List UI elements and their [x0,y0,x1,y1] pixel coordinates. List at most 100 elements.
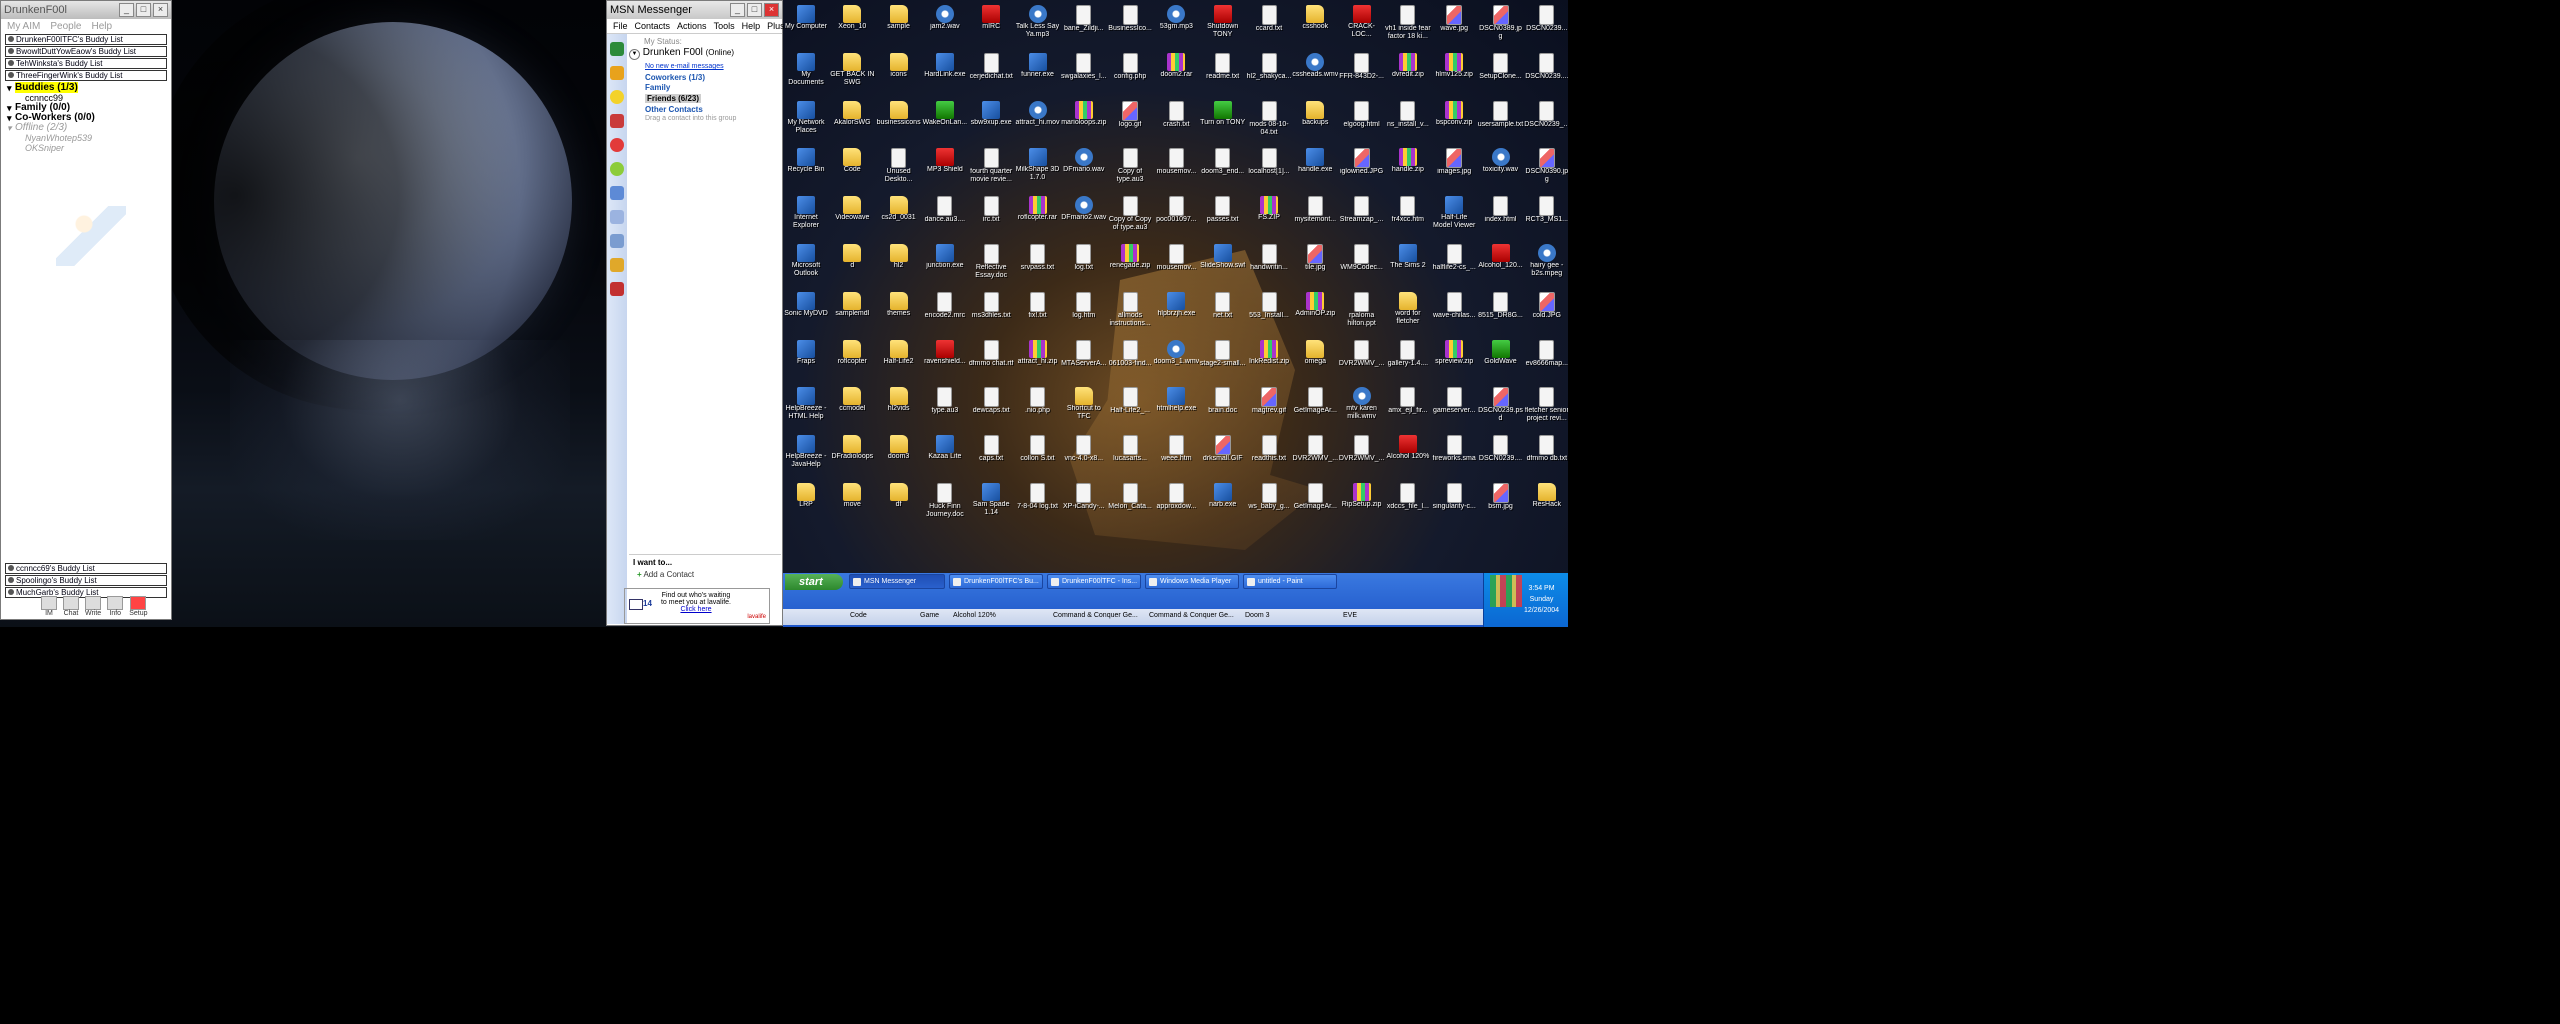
desktop-icon[interactable]: HardLink.exe [922,51,968,99]
desktop-icon[interactable]: The Sims 2 [1385,242,1431,290]
desktop-icon[interactable]: CRACK-LOC... [1339,3,1385,51]
menu-help[interactable]: Help [742,21,761,31]
desktop-icon[interactable]: AkalorSWG [829,99,875,147]
desktop-icon[interactable]: bspconv.zip [1431,99,1477,147]
desktop-icon[interactable]: ns_install_v... [1385,99,1431,147]
menu-people[interactable]: People [50,21,81,32]
task-paint[interactable]: untitled - Paint [1243,574,1337,589]
desktop-icon[interactable]: GoldWave [1478,338,1524,386]
desktop-icon[interactable]: MP3 Shield [922,146,968,194]
smiley-tab-icon[interactable] [610,90,624,104]
desktop-icon[interactable]: samplemdl [829,290,875,338]
desktop-icon[interactable]: hairy gee - b2s.mpeg [1524,242,1568,290]
desktop-icon[interactable]: magtrev.gif [1246,385,1292,433]
desktop-icon[interactable]: hl2_shakyca... [1246,51,1292,99]
desktop-icon[interactable]: Code [829,146,875,194]
desktop-icon[interactable]: lucasarts... [1107,433,1153,481]
my-status-dropdown[interactable]: ▼ Drunken F00l (Online) [629,47,779,60]
desktop-icon[interactable]: dfmmo db.txt [1524,433,1568,481]
desktop-icon[interactable]: fix!.txt [1015,290,1061,338]
desktop-icon[interactable]: Kazaa Lite [922,433,968,481]
desktop-icon[interactable]: DSCN0239.... [1524,51,1568,99]
desktop-icon[interactable]: gallery-1.4.... [1385,338,1431,386]
desktop-icon[interactable]: Reflective Essay.doc [968,242,1014,290]
desktop-icon[interactable]: DSCN0239... [1524,3,1568,51]
email-link[interactable]: No new e-mail messages [645,63,780,70]
desktop-icon[interactable]: GetImageAr... [1292,385,1338,433]
task-media-player[interactable]: Windows Media Player [1145,574,1239,589]
desktop-icon[interactable]: csshook [1292,3,1338,51]
desktop-icon[interactable]: Talk Less Say Ya.mp3 [1015,3,1061,51]
desktop-icon[interactable]: doom2.rar [1153,51,1199,99]
desktop-icon[interactable]: HelpBreeze - HTML Help [783,385,829,433]
buddy-item[interactable]: OKSniper [1,143,171,153]
aim-window[interactable]: DrunkenF00l _ □ × My AIM People Help Dru… [0,0,172,620]
desktop-icon[interactable]: RCT3_MS1... [1524,194,1568,242]
desktop-icon[interactable]: Half-Life2_... [1107,385,1153,433]
desktop-icon[interactable]: MTAServerA... [1061,338,1107,386]
desktop-icon[interactable]: DFradioloops [829,433,875,481]
desktop-icon[interactable]: usersample.txt [1478,99,1524,147]
desktop-icon[interactable]: dfmmo chat.rtf [968,338,1014,386]
shopping-tab-icon[interactable] [610,66,624,80]
quick-cnc-2[interactable]: Command & Conquer Ge... [1149,612,1234,619]
desktop-icon[interactable]: gameserver... [1431,385,1477,433]
desktop-icon[interactable]: ev8666map... [1524,338,1568,386]
task-aim-im[interactable]: DrunkenF00lTFC - Ins... [1047,574,1141,589]
desktop-icon[interactable]: marioloops.zip [1061,99,1107,147]
desktop-icon[interactable]: collon S.txt [1015,433,1061,481]
buddy-list-header[interactable]: BwowltDuttYowEaow's Buddy List [5,46,167,57]
desktop-icon[interactable]: passes.txt [1200,194,1246,242]
desktop-icon[interactable]: 8515_DR8G... [1478,290,1524,338]
desktop-icon[interactable]: doom3_end... [1200,146,1246,194]
add-contact-link[interactable]: + Add a Contact [629,570,781,579]
desktop-icon[interactable]: GET BACK IN SWG [829,51,875,99]
desktop-icon[interactable]: singularity-c... [1431,481,1477,529]
desktop-icon[interactable]: WakeOnLan... [922,99,968,147]
desktop-icon[interactable]: Half-Life2 [876,338,922,386]
desktop-icon[interactable]: d [829,242,875,290]
desktop-icon[interactable]: config.php [1107,51,1153,99]
desktop-icon[interactable]: HelpBreeze - JavaHelp [783,433,829,481]
chat-button[interactable]: Chat [63,596,79,617]
desktop-icon[interactable]: swgalaxies_l... [1061,51,1107,99]
desktop-icon[interactable]: MilkShape 3D 1.7.0 [1015,146,1061,194]
desktop-icon[interactable]: roflcopter.rar [1015,194,1061,242]
menu-my-aim[interactable]: My AIM [7,21,40,32]
desktop-icon[interactable]: themes [876,290,922,338]
desktop-icon[interactable]: WM9Codec... [1339,242,1385,290]
desktop-icon[interactable]: approxdow... [1153,481,1199,529]
desktop-icon[interactable]: My Network Places [783,99,829,147]
aim-titlebar[interactable]: DrunkenF00l _ □ × [1,1,171,19]
desktop-icon[interactable]: Copy of Copy of type.au3 [1107,194,1153,242]
desktop-icon[interactable]: sbw9xup.exe [968,99,1014,147]
minimize-button[interactable]: _ [119,3,134,17]
desktop-icon[interactable]: DSCN0389.jpg [1478,3,1524,51]
desktop-icon[interactable]: sample [876,3,922,51]
desktop-icon[interactable]: attract_hi.zip [1015,338,1061,386]
menu-contacts[interactable]: Contacts [635,21,671,31]
desktop-icon[interactable]: Xeon_10 [829,3,875,51]
desktop-icon[interactable]: My Documents [783,51,829,99]
maximize-button[interactable]: □ [136,3,151,17]
desktop-icon[interactable]: SetupClone... [1478,51,1524,99]
desktop-icon[interactable]: cssheads.wmv [1292,51,1338,99]
group-coworkers[interactable]: Coworkers (1/3) [645,73,780,82]
desktop-icon[interactable]: word for fletcher [1385,290,1431,338]
desktop-icon[interactable]: DFmario.wav [1061,146,1107,194]
desktop-icon[interactable]: DVR2WMV_... [1339,338,1385,386]
desktop-icon[interactable]: handwritin... [1246,242,1292,290]
desktop-icon[interactable]: net.txt [1200,290,1246,338]
desktop-icon[interactable]: cerjedichat.txt [968,51,1014,99]
desktop-icon[interactable]: roflcopter [829,338,875,386]
desktop-icon[interactable]: DFmario2.wav [1061,194,1107,242]
desktop-icon[interactable]: brain.doc [1200,385,1246,433]
quick-cnc-1[interactable]: Command & Conquer Ge... [1053,612,1138,619]
contacts-tab-icon[interactable] [610,42,624,56]
ad-link[interactable]: Click here [657,606,735,613]
start-button[interactable]: start [785,574,843,590]
desktop-icon[interactable]: hl2 [876,242,922,290]
desktop-icon[interactable]: DSCN0239_... [1524,99,1568,147]
desktop-icon[interactable]: 53gm.mp3 [1153,3,1199,51]
desktop-icon[interactable]: hl2vids [876,385,922,433]
